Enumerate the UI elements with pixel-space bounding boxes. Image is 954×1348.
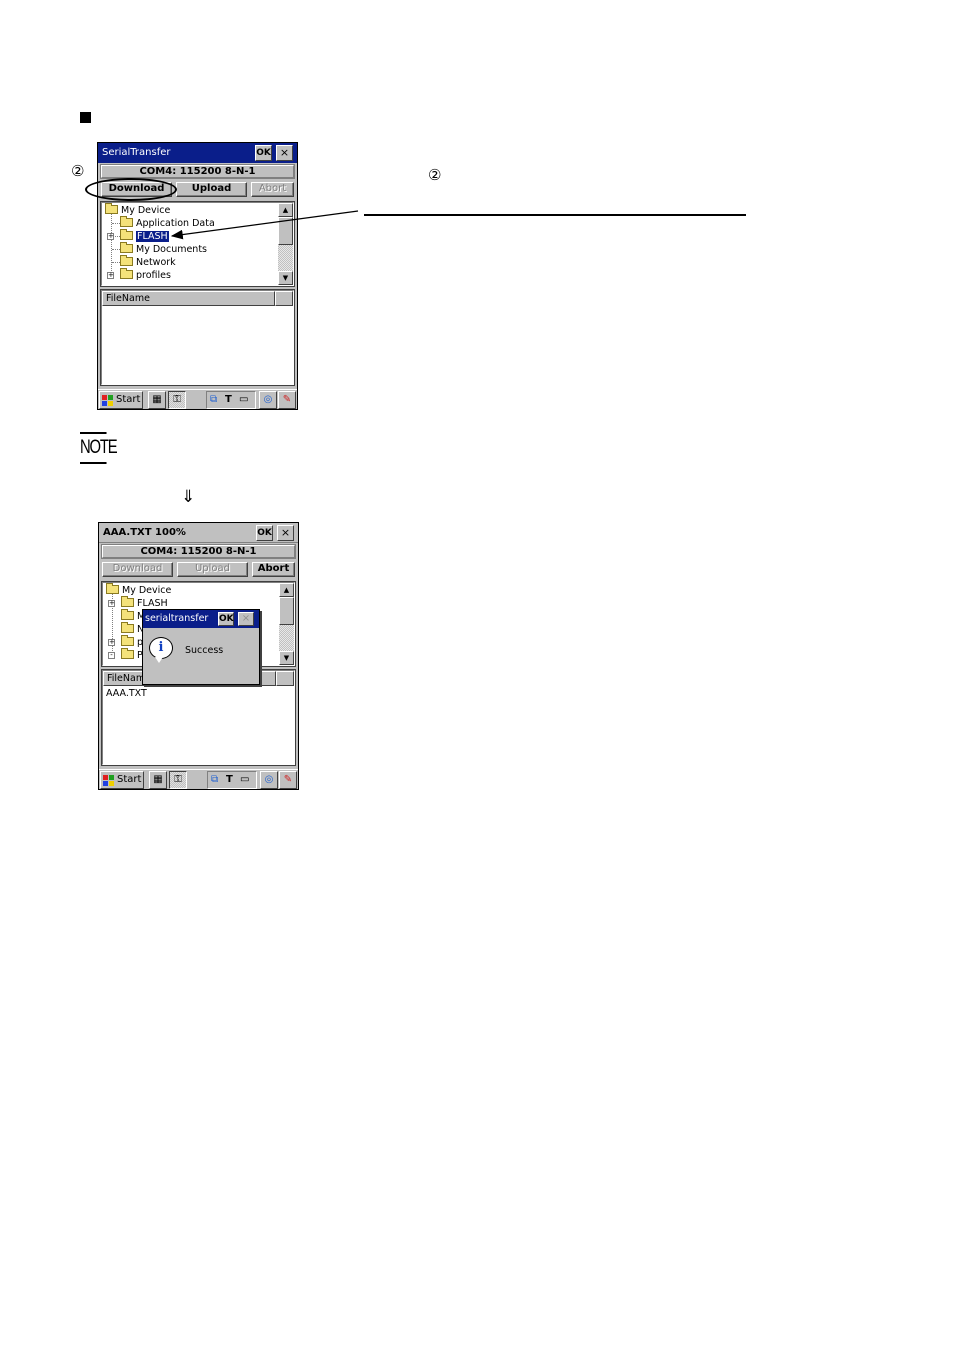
network-icon[interactable]: ⧉	[211, 774, 218, 786]
abort-button[interactable]: Abort	[252, 562, 295, 577]
file-list: FileName	[100, 289, 295, 386]
taskbar: Start ▦ ⚿ ⧉ T ▭ ◎ ✎	[98, 389, 297, 409]
system-tray: ⧉ T ▭	[207, 771, 257, 789]
expand-icon[interactable]: +	[107, 272, 114, 279]
folder-icon	[105, 203, 118, 214]
signal-icon[interactable]: T	[226, 774, 233, 786]
input-panel-icon[interactable]: ✎	[279, 771, 297, 789]
scroll-down-arrow-icon[interactable]: ▼	[279, 651, 294, 665]
keyboard-app-icon[interactable]: ▦	[149, 771, 167, 789]
com-port-status: COM4: 115200 8-N-1	[101, 544, 296, 559]
windows-logo-icon	[102, 395, 113, 406]
dialog-ok-button[interactable]: OK	[218, 612, 234, 626]
com-port-status: COM4: 115200 8-N-1	[100, 164, 295, 179]
taskbar: Start ▦ ⚿ ⧉ T ▭ ◎ ✎	[99, 769, 298, 789]
step-marker-right: ②	[428, 166, 442, 184]
tree-branch	[112, 262, 120, 263]
sync-icon[interactable]: ◎	[259, 391, 277, 409]
tree-item-my-device[interactable]: My Device	[106, 583, 171, 597]
abort-button[interactable]: Abort	[251, 182, 294, 197]
annotation-underline	[364, 214, 746, 216]
tree-item-profiles[interactable]: profiles	[120, 268, 171, 282]
scrollbar-thumb[interactable]	[278, 217, 293, 245]
folder-icon	[121, 609, 134, 620]
windows-logo-icon	[103, 775, 114, 786]
upload-button[interactable]: Upload	[176, 182, 247, 197]
dialog-message: Success	[185, 645, 224, 656]
tree-item-network[interactable]: Network	[120, 255, 176, 269]
filename-column-header[interactable]: FileName	[102, 291, 275, 306]
folder-icon	[120, 216, 133, 227]
close-button[interactable]: ×	[277, 525, 294, 541]
close-button[interactable]: ×	[276, 145, 293, 161]
tree-item-program-files[interactable]: P	[121, 648, 143, 662]
download-button[interactable]: Download	[102, 562, 173, 577]
folder-icon	[121, 622, 134, 633]
down-arrow: ⇓	[181, 487, 196, 507]
folder-open-icon	[121, 596, 134, 607]
scroll-up-arrow-icon[interactable]: ▲	[278, 203, 293, 217]
folder-icon	[106, 583, 119, 594]
dialog-title: serialtransfer	[145, 613, 209, 624]
folder-icon	[120, 255, 133, 266]
tree-item-my-documents[interactable]: My Documents	[120, 242, 207, 256]
start-button[interactable]: Start	[100, 771, 144, 789]
keyboard-app-icon[interactable]: ▦	[148, 391, 166, 409]
tree-item-application-data[interactable]: Application Data	[120, 216, 215, 230]
folder-icon	[120, 268, 133, 279]
expand-icon[interactable]: +	[108, 639, 115, 646]
upload-button[interactable]: Upload	[177, 562, 248, 577]
tree-scrollbar[interactable]: ▲ ▼	[279, 583, 294, 665]
window-title: SerialTransfer	[102, 147, 171, 158]
expand-icon[interactable]: +	[107, 233, 114, 240]
tree-item-flash[interactable]: FLASH	[120, 229, 169, 243]
battery-icon[interactable]: ▭	[239, 394, 248, 406]
info-icon: i	[149, 637, 173, 659]
note-logo: NOTE	[80, 432, 118, 464]
scroll-up-arrow-icon[interactable]: ▲	[279, 583, 294, 597]
folder-icon	[121, 648, 134, 659]
sync-icon[interactable]: ◎	[260, 771, 278, 789]
info-icon-tail	[155, 657, 163, 663]
step-marker-left: ②	[71, 162, 85, 180]
window-titlebar: SerialTransfer OK ×	[98, 143, 297, 163]
input-panel-icon[interactable]: ✎	[278, 391, 296, 409]
folder-open-icon	[120, 229, 133, 240]
tree-item-my-device[interactable]: My Device	[105, 203, 170, 217]
tree-scrollbar[interactable]: ▲ ▼	[278, 203, 293, 285]
folder-icon	[121, 635, 134, 646]
ok-button[interactable]: OK	[256, 525, 273, 541]
network-icon[interactable]: ⧉	[210, 394, 217, 406]
tree-branch	[112, 223, 120, 224]
system-tray: ⧉ T ▭	[206, 391, 256, 409]
column-header-filler	[275, 291, 293, 306]
start-button[interactable]: Start	[99, 391, 143, 409]
folder-tree: My Device Application Data + FLASH My Do…	[100, 201, 295, 287]
download-highlight-oval	[85, 178, 177, 201]
device-screen-after: AAA.TXT 100% OK × COM4: 115200 8-N-1 Dow…	[98, 522, 299, 790]
ok-button[interactable]: OK	[255, 145, 272, 161]
signal-icon[interactable]: T	[225, 394, 232, 406]
column-header-filler	[276, 671, 294, 686]
battery-icon[interactable]: ▭	[240, 774, 249, 786]
serial-transfer-task-icon[interactable]: ⚿	[169, 771, 187, 789]
file-list-item[interactable]: AAA.TXT	[106, 688, 147, 700]
section-bullet-square	[80, 112, 91, 123]
serial-transfer-task-icon[interactable]: ⚿	[168, 391, 186, 409]
collapse-icon[interactable]: -	[108, 652, 115, 659]
scrollbar-thumb[interactable]	[279, 597, 294, 625]
dialog-close-button[interactable]: ×	[238, 612, 254, 626]
scroll-down-arrow-icon[interactable]: ▼	[278, 271, 293, 285]
window-title: AAA.TXT 100%	[103, 527, 186, 538]
folder-icon	[120, 242, 133, 253]
success-dialog: serialtransfer OK × i Success	[142, 609, 260, 685]
window-titlebar: AAA.TXT 100% OK ×	[99, 523, 298, 543]
expand-icon[interactable]: +	[108, 600, 115, 607]
tree-branch	[112, 249, 120, 250]
